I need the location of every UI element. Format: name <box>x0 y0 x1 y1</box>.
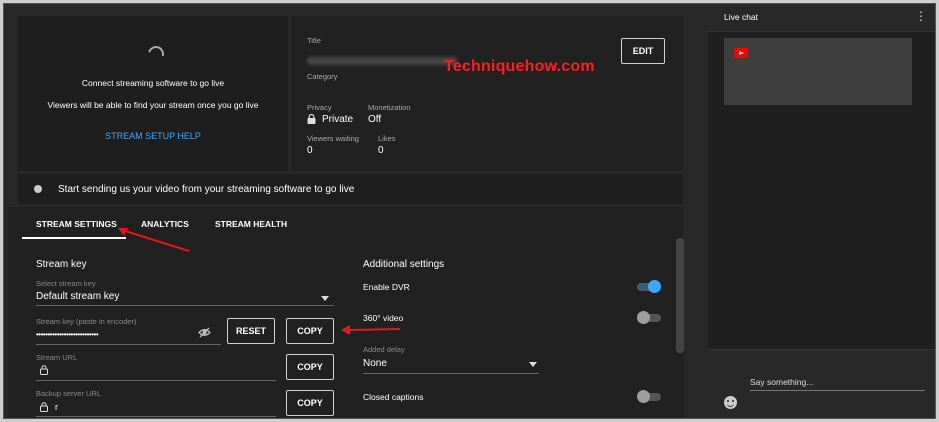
title-label: Title <box>307 36 321 45</box>
closed-captions-label: Closed captions <box>363 392 424 402</box>
added-delay-label: Added delay <box>363 345 405 354</box>
chat-welcome-card <box>724 38 912 105</box>
added-delay-select[interactable]: None <box>363 358 387 369</box>
edit-button[interactable]: EDIT <box>621 38 665 64</box>
toggle-knob <box>648 280 661 293</box>
lock-icon <box>307 114 316 124</box>
toggle-knob <box>637 311 650 324</box>
video-360-toggle[interactable] <box>637 311 661 324</box>
title-value-obscured <box>307 57 457 65</box>
chat-input-area: Say something... <box>708 349 935 418</box>
copy-stream-url-button[interactable]: COPY <box>286 354 334 380</box>
tab-stream-settings[interactable]: STREAM SETTINGS <box>36 219 117 229</box>
reset-button[interactable]: RESET <box>227 318 275 344</box>
studio-frame: Connect streaming software to go live Vi… <box>3 3 936 419</box>
stream-setup-help-link[interactable]: STREAM SETUP HELP <box>18 131 288 141</box>
live-chat-panel: Live chat ⋮ Say something... <box>708 4 935 418</box>
privacy-value: Private <box>322 114 354 125</box>
status-bar: Start sending us your video from your st… <box>18 174 683 204</box>
stream-preview: Connect streaming software to go live Vi… <box>18 16 288 171</box>
stream-key-field-label: Stream key (paste in encoder) <box>36 317 137 326</box>
additional-settings-heading: Additional settings <box>363 259 445 270</box>
copy-backup-url-button[interactable]: COPY <box>286 390 334 416</box>
monetization-label: Monetization <box>368 103 411 112</box>
enable-dvr-label: Enable DVR <box>363 282 410 292</box>
closed-captions-toggle[interactable] <box>637 390 661 403</box>
loading-spinner-icon <box>145 43 167 65</box>
chat-input-underline <box>750 390 925 391</box>
privacy-label: Privacy <box>307 103 332 112</box>
tab-stream-health[interactable]: STREAM HEALTH <box>215 219 287 229</box>
stream-key-select[interactable]: Default stream key <box>36 291 119 302</box>
viewers-waiting-value: 0 <box>307 145 313 156</box>
backup-server-url-label: Backup server URL <box>36 389 102 398</box>
dropdown-arrow-icon[interactable] <box>529 362 537 367</box>
active-tab-indicator <box>22 237 126 239</box>
likes-label: Likes <box>378 134 396 143</box>
annotation-arrow-icon <box>118 228 190 252</box>
likes-value: 0 <box>378 145 384 156</box>
stream-info-panel: Title Category Privacy Private Monetizat… <box>291 16 683 171</box>
chat-input[interactable]: Say something... <box>750 377 813 387</box>
select-stream-key-label: Select stream key <box>36 279 96 288</box>
connect-software-text: Connect streaming software to go live <box>81 78 225 88</box>
backup-server-url-field[interactable]: r <box>55 402 58 412</box>
annotation-arrow-icon <box>341 325 401 335</box>
stream-key-field[interactable]: ••••••••••••••••••••••••••• <box>36 330 99 339</box>
status-dot-icon <box>34 185 42 193</box>
status-message: Start sending us your video from your st… <box>58 183 355 195</box>
enable-dvr-toggle[interactable] <box>637 280 661 293</box>
toggle-knob <box>637 390 650 403</box>
dropdown-arrow-icon[interactable] <box>321 296 329 301</box>
settings-panel: STREAM SETTINGS ANALYTICS STREAM HEALTH … <box>8 207 684 418</box>
viewers-waiting-label: Viewers waiting <box>307 134 359 143</box>
lock-icon <box>40 365 48 375</box>
added-delay-underline <box>363 373 539 374</box>
stream-url-underline <box>36 380 276 381</box>
scrollbar-thumb[interactable] <box>676 238 684 353</box>
category-label: Category <box>307 72 338 81</box>
monetization-value: Off <box>368 114 382 125</box>
select-underline <box>36 305 334 306</box>
live-chat-title: Live chat <box>724 12 759 22</box>
viewers-info-text: Viewers will be able to find your stream… <box>47 100 259 110</box>
copy-stream-key-button[interactable]: COPY <box>286 318 334 344</box>
lock-icon <box>40 402 48 412</box>
emoji-icon[interactable] <box>724 396 737 409</box>
more-vert-icon[interactable]: ⋮ <box>915 9 927 23</box>
live-chat-header: Live chat ⋮ <box>708 4 935 32</box>
stream-key-heading: Stream key <box>36 259 87 270</box>
visibility-off-icon[interactable] <box>198 327 211 338</box>
youtube-logo-icon <box>734 48 748 58</box>
stream-key-underline <box>36 344 221 345</box>
watermark-text: Techniquehow.com <box>444 58 595 75</box>
stream-url-label: Stream URL <box>36 353 78 362</box>
backup-url-underline <box>36 416 276 417</box>
